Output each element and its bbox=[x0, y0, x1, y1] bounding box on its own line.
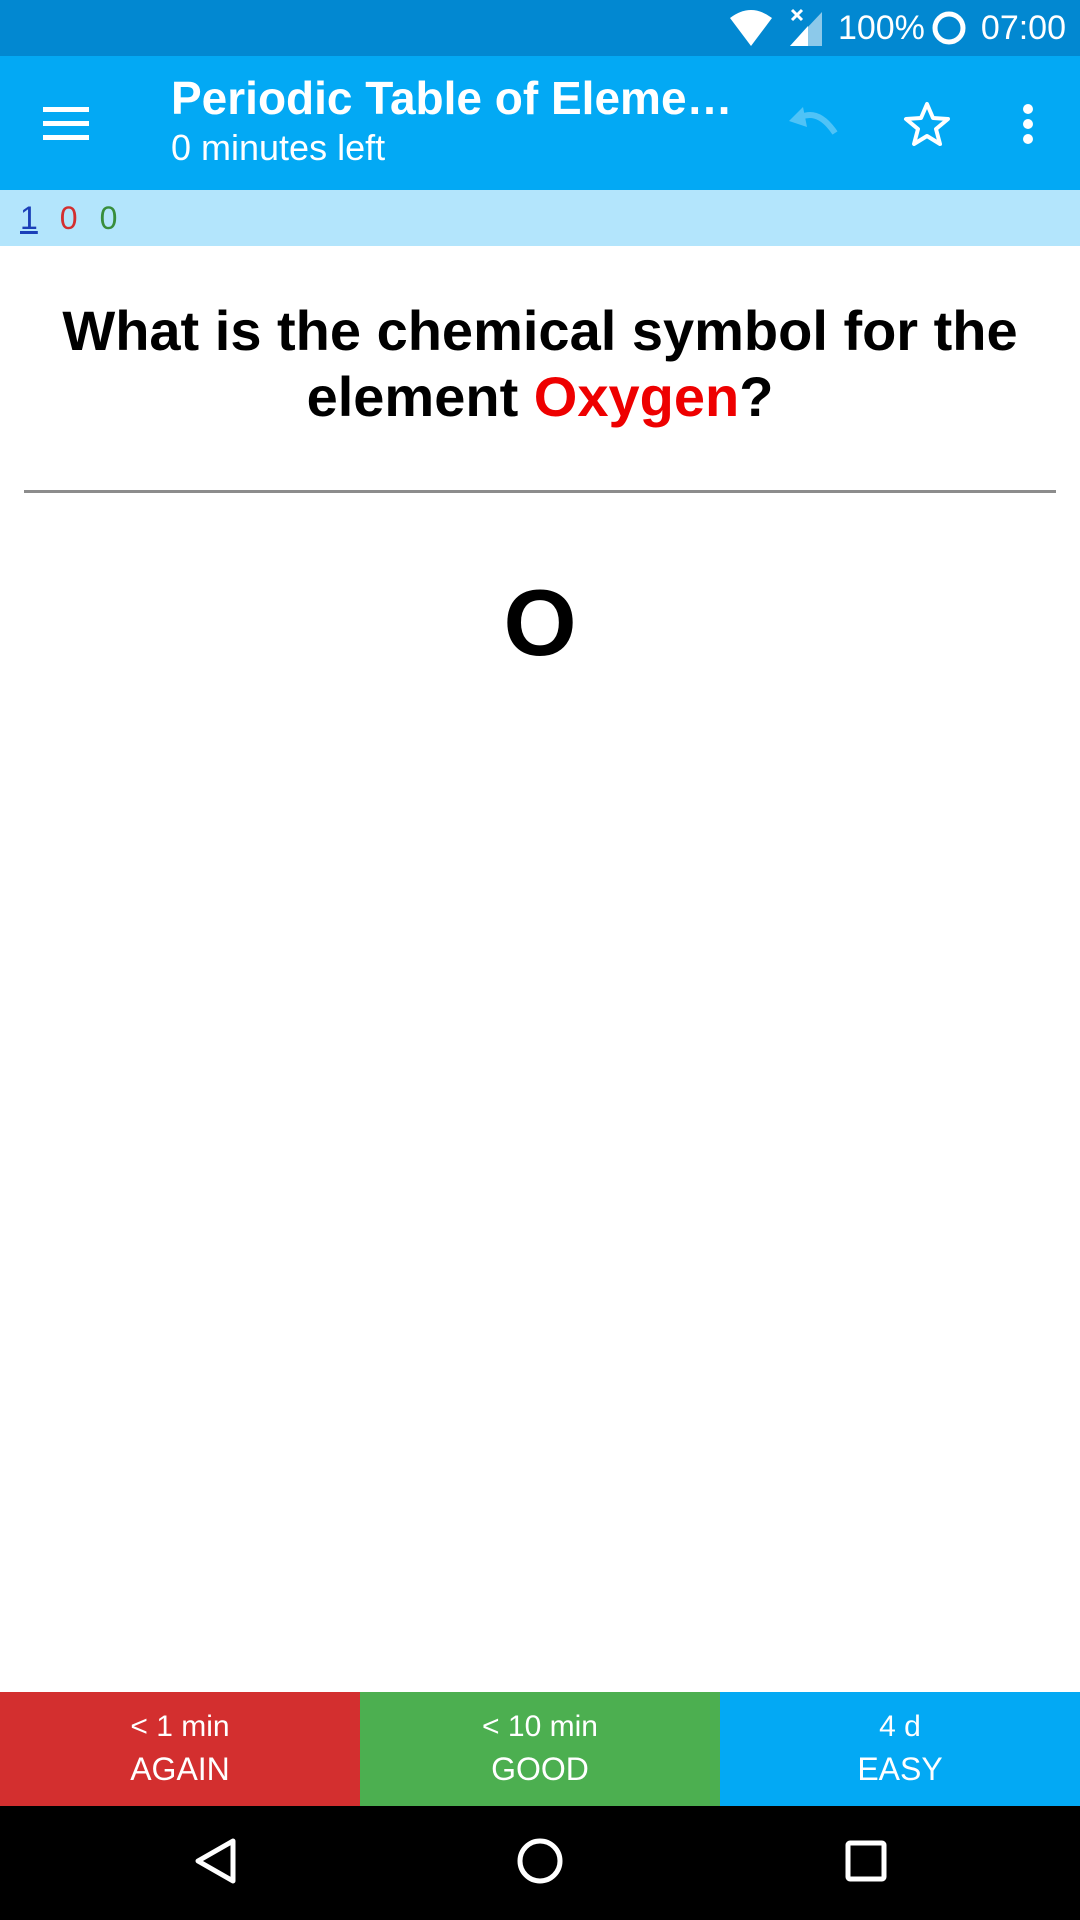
easy-label: EASY bbox=[857, 1751, 943, 1787]
again-button[interactable]: < 1 min AGAIN bbox=[0, 1692, 360, 1806]
question-text: What is the chemical symbol for the elem… bbox=[40, 298, 1040, 430]
answer-text: O bbox=[503, 570, 577, 675]
flashcard: What is the chemical symbol for the elem… bbox=[0, 246, 1080, 1692]
home-button[interactable] bbox=[505, 1828, 575, 1898]
again-label: AGAIN bbox=[130, 1751, 230, 1787]
recents-button[interactable] bbox=[831, 1828, 901, 1898]
answer-divider bbox=[24, 490, 1056, 493]
new-count: 1 bbox=[20, 199, 38, 236]
time-left-subtitle: 0 minutes left bbox=[171, 127, 386, 168]
question-highlight: Oxygen bbox=[533, 365, 740, 428]
good-interval: < 10 min bbox=[482, 1710, 598, 1743]
clock: 07:00 bbox=[980, 8, 1066, 47]
app-toolbar: Periodic Table of Elements 0 minutes lef… bbox=[0, 56, 1080, 190]
learning-count: 0 bbox=[59, 199, 78, 236]
good-button[interactable]: < 10 min GOOD bbox=[360, 1692, 720, 1806]
mark-star-button[interactable] bbox=[891, 90, 963, 162]
more-options-button[interactable] bbox=[992, 90, 1064, 162]
more-vertical-icon bbox=[1022, 103, 1034, 150]
question-suffix: ? bbox=[739, 365, 774, 428]
system-navigation-bar bbox=[0, 1806, 1080, 1920]
battery-icon bbox=[931, 10, 967, 46]
easy-interval: 4 d bbox=[879, 1710, 921, 1743]
undo-icon bbox=[787, 106, 839, 146]
back-button[interactable] bbox=[180, 1828, 250, 1898]
cell-signal-icon bbox=[788, 8, 824, 48]
home-circle-icon bbox=[516, 1837, 564, 1890]
easy-button[interactable]: 4 d EASY bbox=[720, 1692, 1080, 1806]
again-interval: < 1 min bbox=[130, 1710, 230, 1743]
undo-button[interactable] bbox=[777, 90, 849, 162]
good-label: GOOD bbox=[491, 1751, 589, 1787]
ease-buttons: < 1 min AGAIN < 10 min GOOD 4 d EASY bbox=[0, 1692, 1080, 1806]
back-triangle-icon bbox=[193, 1837, 237, 1890]
review-count: 0 bbox=[99, 199, 118, 236]
deck-title: Periodic Table of Elements bbox=[171, 72, 751, 124]
star-outline-icon bbox=[902, 100, 952, 153]
battery-level: 100% bbox=[837, 8, 925, 47]
recents-square-icon bbox=[845, 1840, 887, 1887]
menu-button[interactable] bbox=[30, 90, 102, 162]
status-bar: 100% 07:00 bbox=[0, 0, 1080, 56]
wifi-icon bbox=[728, 8, 774, 48]
menu-icon bbox=[43, 106, 89, 146]
card-counts-bar: 1 0 0 bbox=[0, 190, 1080, 246]
